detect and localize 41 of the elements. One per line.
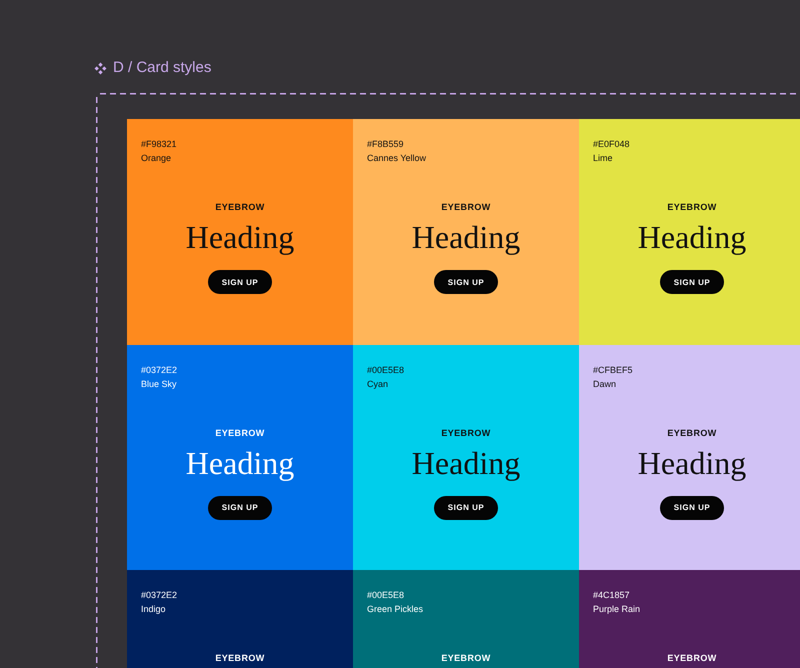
hex-code: #00E5E8 (367, 364, 404, 376)
hex-code: #0372E2 (141, 364, 178, 376)
hex-code: #CFBEF5 (593, 364, 633, 376)
component-icon (94, 62, 107, 74)
card-heading: Heading (186, 444, 294, 480)
hex-code: #F8B559 (367, 138, 404, 151)
eyebrow-text: EYEBROW (215, 201, 265, 213)
card-heading: Heading (186, 219, 294, 255)
eyebrow-text: EYEBROW (215, 426, 265, 438)
sign-up-button[interactable]: SIGN UP (208, 496, 272, 520)
sign-up-button[interactable]: SIGN UP (208, 270, 272, 294)
card-heading: Heading (412, 444, 520, 480)
sign-up-button[interactable]: SIGN UP (660, 270, 724, 294)
hex-code: #4C1857 (593, 589, 630, 602)
color-name: Indigo (141, 603, 166, 616)
eyebrow-text: EYEBROW (441, 652, 491, 664)
color-name: Blue Sky (141, 378, 177, 390)
sign-up-button[interactable]: SIGN UP (434, 270, 498, 294)
card-heading: Heading (638, 444, 746, 480)
sign-up-button[interactable]: SIGN UP (434, 496, 498, 520)
color-name: Purple Rain (593, 603, 640, 616)
eyebrow-text: EYEBROW (667, 652, 717, 664)
hex-code: #00E5E8 (367, 589, 404, 602)
color-name: Orange (141, 152, 172, 165)
hex-code: #E0F048 (593, 138, 630, 151)
sign-up-button[interactable]: SIGN UP (660, 496, 724, 520)
frame-title: D / Card styles (113, 58, 212, 78)
color-name: Dawn (593, 378, 616, 390)
eyebrow-text: EYEBROW (441, 201, 491, 213)
hex-code: #F98321 (141, 138, 177, 151)
card-heading: Heading (638, 219, 746, 255)
color-name: Cyan (367, 378, 388, 390)
eyebrow-text: EYEBROW (215, 652, 265, 664)
hex-code: #0372E2 (141, 589, 178, 602)
eyebrow-text: EYEBROW (667, 426, 717, 438)
color-name: Green Pickles (367, 603, 424, 616)
eyebrow-text: EYEBROW (667, 201, 717, 213)
color-name: Cannes Yellow (367, 152, 426, 165)
card-heading: Heading (412, 219, 520, 255)
color-name: Lime (593, 152, 613, 165)
eyebrow-text: EYEBROW (441, 426, 491, 438)
